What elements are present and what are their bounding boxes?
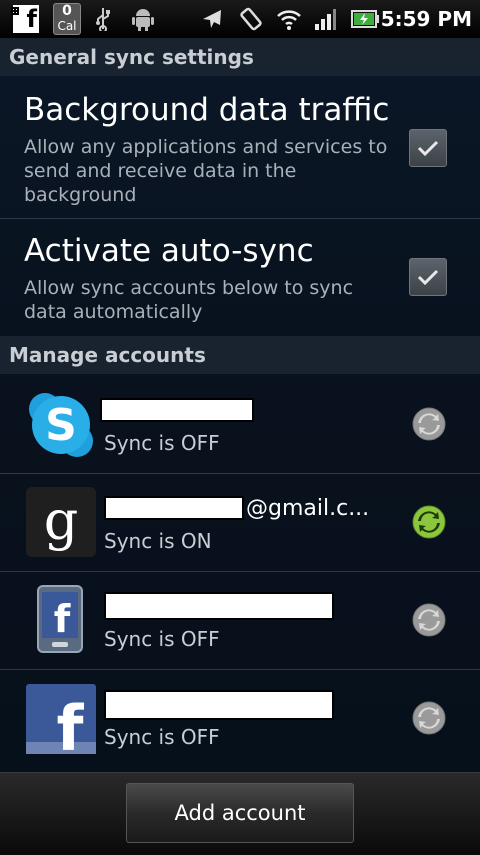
account-name-redacted: [104, 496, 244, 520]
account-email-suffix: @gmail.c...: [246, 496, 370, 521]
add-account-button[interactable]: Add account: [126, 783, 354, 843]
background-data-description: Allow any applications and services to s…: [24, 136, 388, 206]
google-icon: g: [26, 487, 96, 557]
facebook-sync-icon: f: [26, 584, 96, 654]
auto-sync-title: Activate auto-sync: [24, 233, 314, 269]
account-name-redacted: [104, 690, 334, 720]
wifi-icon: [274, 0, 304, 38]
manage-accounts-header: Manage accounts: [0, 336, 480, 374]
bottom-action-bar: Add account: [0, 772, 480, 855]
status-bar: f 0 Cal 5:59 PM: [0, 0, 480, 38]
auto-sync-description: Allow sync accounts below to sync data a…: [24, 277, 354, 323]
account-name-redacted: [100, 398, 254, 422]
android-debug-icon: [130, 0, 156, 38]
facebook-notification-icon[interactable]: f: [10, 0, 42, 38]
sync-off-icon[interactable]: [412, 407, 446, 441]
account-sync-status: Sync is OFF: [104, 725, 220, 749]
facebook-icon: f: [26, 684, 96, 765]
calendar-notification-icon[interactable]: 0 Cal: [52, 0, 82, 38]
skype-icon: S: [26, 390, 96, 460]
account-row-google[interactable]: g @gmail.c... Sync is ON: [0, 474, 480, 571]
battery-icon: [350, 0, 380, 38]
checkmark-icon: [417, 140, 439, 157]
sync-off-icon[interactable]: [412, 603, 446, 637]
svg-text:g: g: [44, 489, 79, 552]
signal-icon: [312, 0, 338, 38]
background-data-setting[interactable]: Background data traffic Allow any applic…: [0, 76, 480, 218]
svg-text:S: S: [45, 400, 77, 451]
airplane-icon: [198, 0, 226, 38]
account-row-facebook[interactable]: f Sync is OFF: [0, 670, 480, 767]
account-sync-status: Sync is OFF: [104, 431, 220, 455]
screen-rotate-icon: [236, 0, 266, 38]
calendar-label: Cal: [57, 19, 77, 33]
account-row-skype[interactable]: S Sync is OFF: [0, 376, 480, 473]
auto-sync-setting[interactable]: Activate auto-sync Allow sync accounts b…: [0, 219, 480, 337]
calendar-count: 0: [62, 3, 72, 19]
account-row-facebook-sync[interactable]: f Sync is OFF: [0, 572, 480, 669]
usb-icon: [92, 0, 114, 38]
svg-text:f: f: [54, 597, 71, 641]
clock: 5:59 PM: [380, 7, 472, 31]
checkmark-icon: [417, 269, 439, 286]
auto-sync-checkbox[interactable]: [409, 258, 447, 296]
general-sync-header: General sync settings: [0, 38, 480, 76]
sync-on-icon[interactable]: [412, 505, 446, 539]
svg-text:f: f: [57, 692, 85, 754]
background-data-checkbox[interactable]: [409, 129, 447, 167]
account-sync-status: Sync is OFF: [104, 627, 220, 651]
sync-off-icon[interactable]: [412, 701, 446, 735]
account-name-redacted: [104, 592, 334, 620]
account-sync-status: Sync is ON: [104, 529, 212, 553]
background-data-title: Background data traffic: [24, 92, 390, 128]
